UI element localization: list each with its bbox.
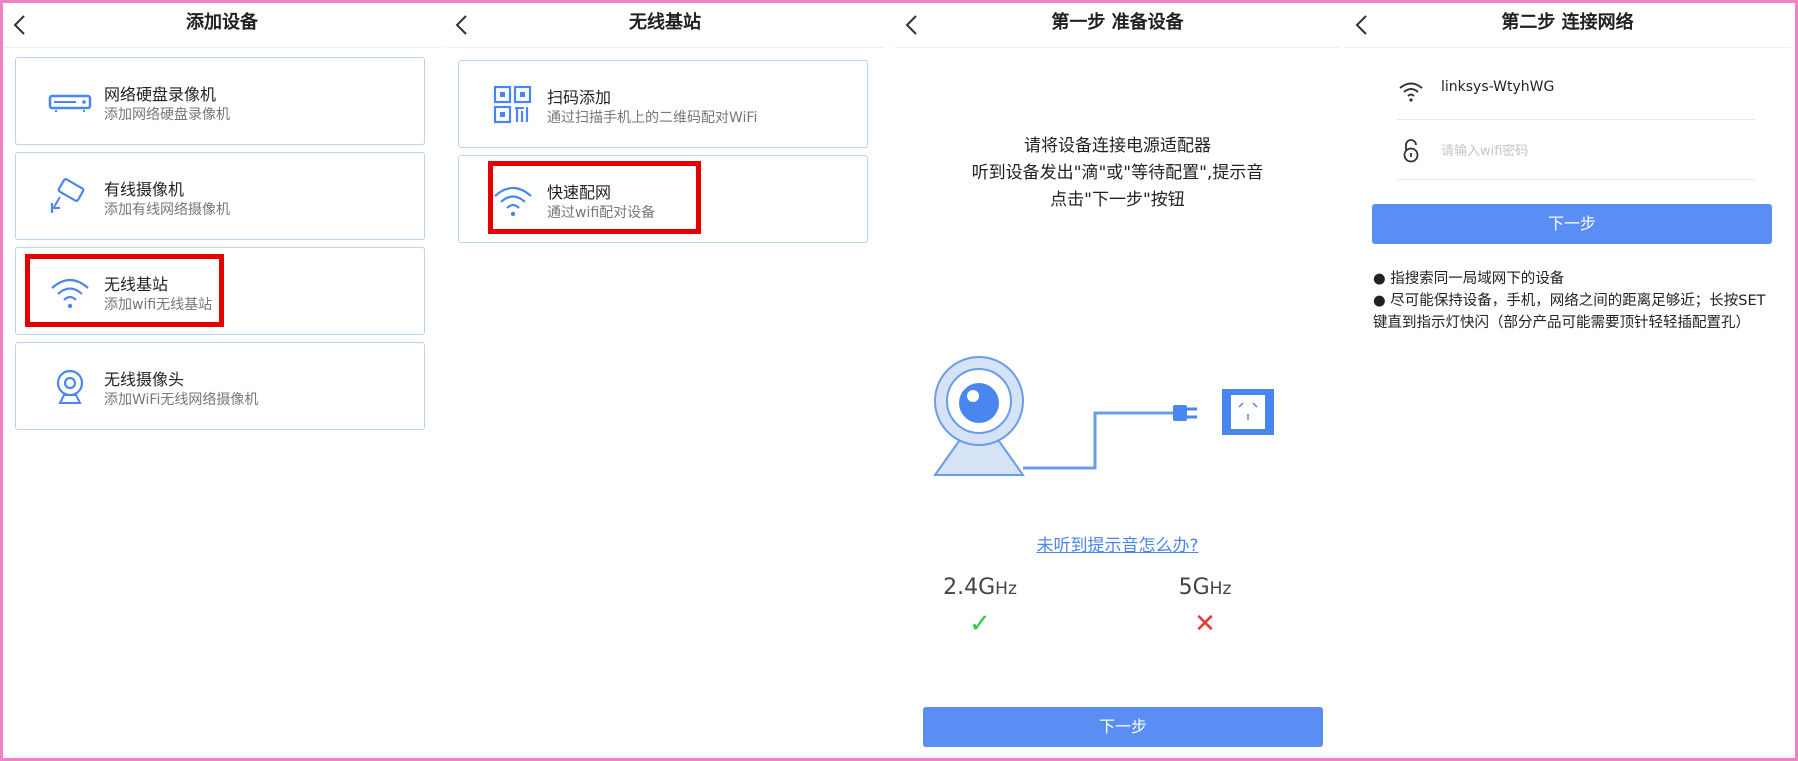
instruction-line: 点击"下一步"按钮: [1050, 190, 1185, 210]
check-icon: ✓: [969, 609, 991, 639]
panel-wireless-base: 无线基站 扫码添加 通过扫描手机上的二维码配对WiFi 快速配网 通过wifi配…: [445, 3, 885, 758]
freq-5ghz: 5GHz: [1145, 575, 1265, 600]
device-type-desc: 添加网络硬盘录像机: [104, 107, 230, 123]
camera-plug-illustration: [933, 356, 1274, 476]
panel-step1-prepare: 第一步 准备设备 请将设备连接电源适配器 听到设备发出"滴"或"等待配置",提示…: [895, 3, 1340, 758]
header: 第二步 连接网络: [1345, 3, 1790, 48]
device-type-name: 无线基站: [104, 275, 169, 294]
freq-24-label: 2.4G: [943, 575, 996, 600]
device-type-wired-camera[interactable]: 有线摄像机 添加有线网络摄像机: [15, 152, 425, 240]
device-type-desc: 添加有线网络摄像机: [104, 202, 230, 218]
device-type-name: 有线摄像机: [104, 180, 185, 199]
page-title: 无线基站: [629, 12, 701, 33]
wifi-icon: [1397, 77, 1425, 105]
method-desc: 通过扫描手机上的二维码配对WiFi: [547, 110, 758, 126]
device-type-nvr[interactable]: 网络硬盘录像机 添加网络硬盘录像机: [15, 57, 425, 145]
wifi-ssid-row[interactable]: linksys-WtyhWG: [1397, 63, 1755, 120]
device-type-desc: 添加wifi无线基站: [104, 297, 213, 313]
wired-camera-icon: [48, 177, 92, 217]
page-title: 第二步 连接网络: [1501, 12, 1634, 33]
no-beep-help-link[interactable]: 未听到提示音怎么办?: [895, 531, 1340, 556]
wifi-ssid: linksys-WtyhWG: [1441, 79, 1555, 95]
freq-24-unit: Hz: [995, 579, 1017, 599]
tip-item: ● 指搜索同一局域网下的设备: [1373, 271, 1565, 287]
next-button[interactable]: 下一步: [923, 707, 1323, 747]
device-type-name: 无线摄像头: [104, 370, 185, 389]
wifi-icon: [491, 180, 535, 220]
freq-5-label: 5G: [1178, 575, 1210, 600]
header: 无线基站: [445, 3, 885, 48]
freq-24ghz: 2.4GHz: [920, 575, 1040, 600]
device-type-wireless-base[interactable]: 无线基站 添加wifi无线基站: [15, 247, 425, 335]
unlock-icon: [1397, 137, 1425, 165]
page-title: 添加设备: [186, 12, 258, 33]
cross-icon: ✕: [1194, 609, 1216, 639]
wifi-password-row: [1397, 123, 1755, 180]
instruction-line: 听到设备发出"滴"或"等待配置",提示音: [971, 163, 1264, 183]
tips: ● 指搜索同一局域网下的设备 ● 尽可能保持设备，手机，网络之间的距离足够近；长…: [1373, 268, 1773, 334]
method-name: 扫码添加: [547, 88, 612, 107]
next-button[interactable]: 下一步: [1372, 204, 1772, 244]
instruction-line: 请将设备连接电源适配器: [1024, 136, 1211, 156]
panel-step2-connect: 第二步 连接网络 linksys-WtyhWG 下一步 ● 指搜索同一局域网下的…: [1345, 3, 1790, 758]
wifi-password-input[interactable]: [1439, 137, 1743, 165]
page-title: 第一步 准备设备: [1051, 12, 1184, 33]
freq-5-unit: Hz: [1209, 579, 1232, 599]
device-type-wireless-camera[interactable]: 无线摄像头 添加WiFi无线网络摄像机: [15, 342, 425, 430]
qr-code-icon: [491, 85, 535, 125]
header: 第一步 准备设备: [895, 3, 1340, 48]
method-desc: 通过wifi配对设备: [547, 205, 656, 221]
method-scan-qr[interactable]: 扫码添加 通过扫描手机上的二维码配对WiFi: [458, 60, 868, 148]
wifi-icon: [48, 272, 92, 312]
panel-add-device: 添加设备 网络硬盘录像机 添加网络硬盘录像机 有线摄像机 添加有线网络摄像机 无…: [3, 3, 441, 758]
instructions: 请将设备连接电源适配器 听到设备发出"滴"或"等待配置",提示音 点击"下一步"…: [895, 133, 1340, 214]
wireless-camera-icon: [48, 367, 92, 407]
method-quick-config[interactable]: 快速配网 通过wifi配对设备: [458, 155, 868, 243]
method-name: 快速配网: [547, 183, 612, 202]
tip-item: ● 尽可能保持设备，手机，网络之间的距离足够近；长按SET键直到指示灯快闪（部分…: [1373, 293, 1766, 331]
nvr-icon: [48, 82, 92, 122]
device-type-name: 网络硬盘录像机: [104, 85, 217, 104]
header: 添加设备: [3, 3, 441, 48]
device-type-desc: 添加WiFi无线网络摄像机: [104, 392, 259, 408]
